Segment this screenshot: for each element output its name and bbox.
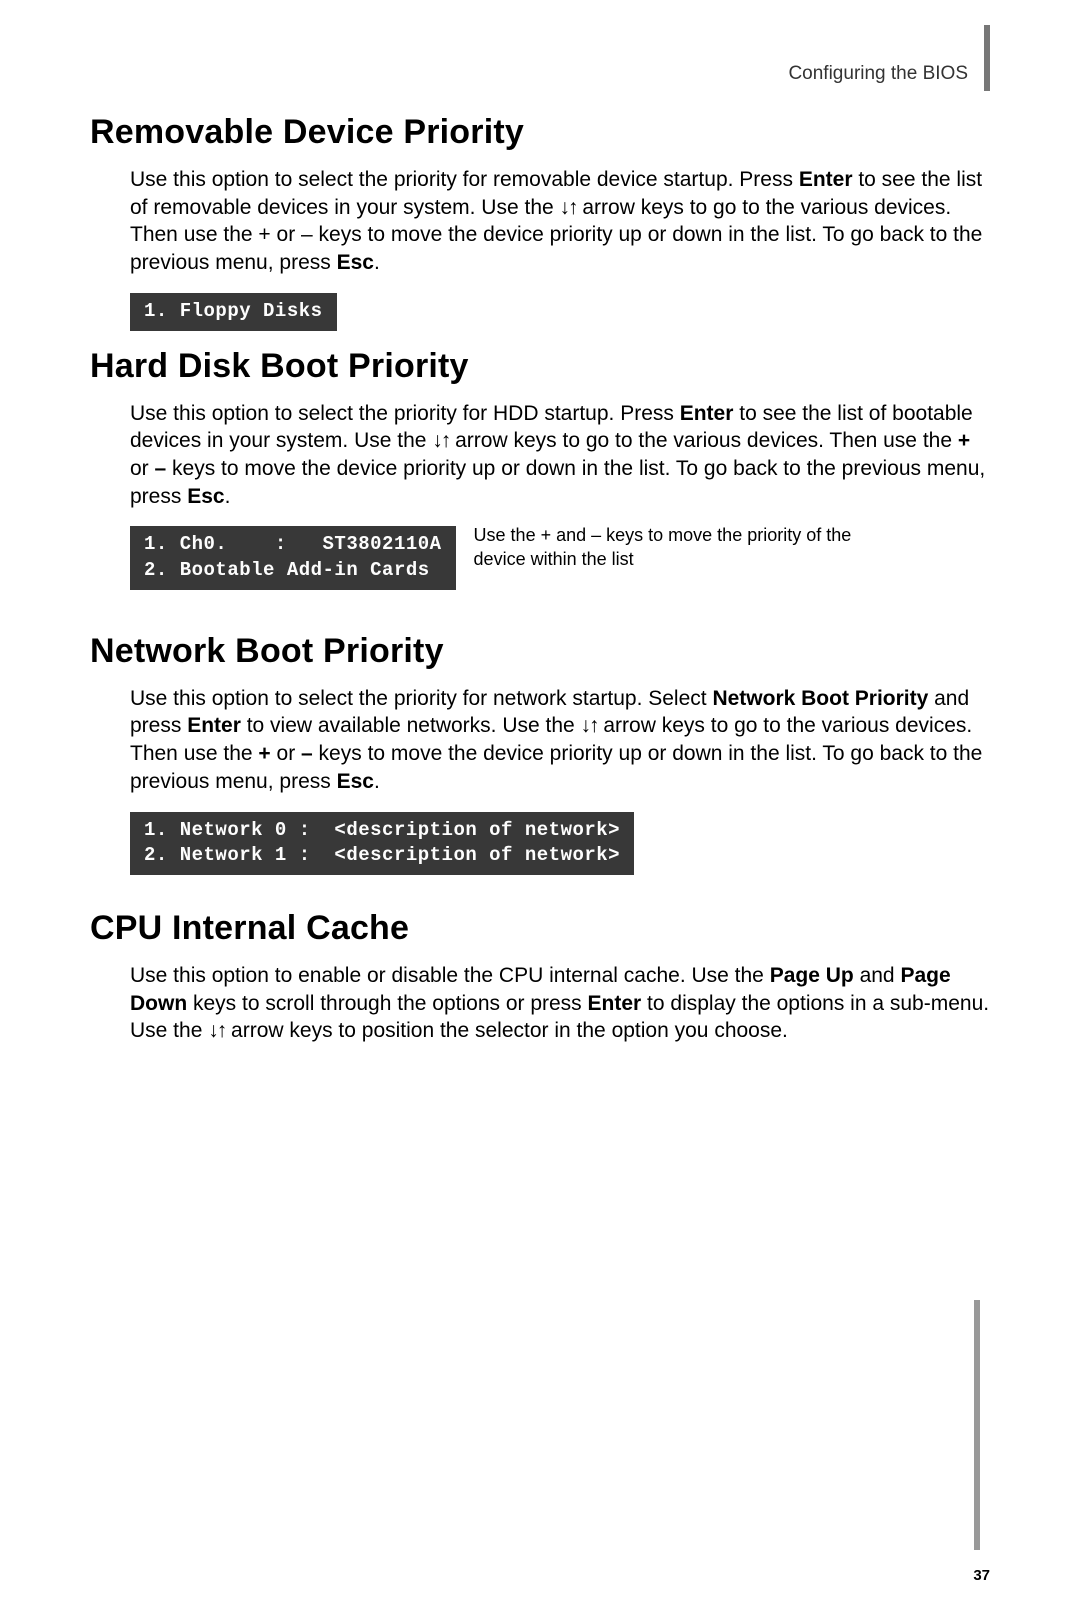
text: . [225, 485, 231, 508]
text: arrow keys to position the selector in t… [225, 1019, 788, 1042]
text: . [374, 251, 380, 274]
harddisk-block-row: 1. Ch0. : ST3802110A 2. Bootable Add-in … [130, 522, 990, 597]
removable-code-block: 1. Floppy Disks [130, 293, 337, 331]
esc-key: Esc [337, 251, 374, 274]
harddisk-paragraph: Use this option to select the priority f… [130, 400, 990, 511]
cpu-paragraph: Use this option to enable or disable the… [130, 962, 990, 1045]
text: keys to scroll through the options or pr… [187, 992, 587, 1015]
arrow-keys-icon: ↓↑ [432, 429, 449, 452]
esc-key: Esc [337, 770, 374, 793]
network-boot-priority-label: Network Boot Priority [712, 687, 928, 710]
text: Use this option to select the priority f… [130, 687, 712, 710]
minus-key: – [301, 742, 313, 765]
text: or [130, 457, 155, 480]
page-header: Configuring the BIOS [90, 55, 990, 95]
minus-key: – [155, 457, 167, 480]
plus-key: + [958, 429, 970, 452]
plus-key: + [258, 742, 270, 765]
header-accent-bar [984, 25, 990, 91]
text: . [374, 770, 380, 793]
network-code-block: 1. Network 0 : <description of network> … [130, 812, 634, 875]
header-chapter-label: Configuring the BIOS [788, 63, 968, 85]
arrow-keys-icon: ↓↑ [581, 714, 598, 737]
enter-key: Enter [799, 168, 853, 191]
arrow-keys-icon: ↓↑ [208, 1019, 225, 1042]
section-title-harddisk: Hard Disk Boot Priority [90, 347, 990, 386]
enter-key: Enter [680, 402, 734, 425]
enter-key: Enter [187, 714, 241, 737]
section-title-cpu: CPU Internal Cache [90, 909, 990, 948]
text: and [854, 964, 901, 987]
section-title-network: Network Boot Priority [90, 632, 990, 671]
text: arrow keys to go to the various devices.… [449, 429, 958, 452]
enter-key: Enter [588, 992, 642, 1015]
text: keys to move the device priority up or d… [130, 457, 985, 508]
text: Use this option to select the priority f… [130, 168, 799, 191]
text: or [271, 742, 301, 765]
pageup-key: Page Up [770, 964, 854, 987]
harddisk-code-block: 1. Ch0. : ST3802110A 2. Bootable Add-in … [130, 526, 456, 589]
text: Use this option to select the priority f… [130, 402, 680, 425]
esc-key: Esc [187, 485, 224, 508]
text: Use this option to enable or disable the… [130, 964, 770, 987]
arrow-keys-icon: ↓↑ [560, 196, 577, 219]
removable-paragraph: Use this option to select the priority f… [130, 166, 990, 277]
page-number: 37 [973, 1567, 990, 1584]
network-paragraph: Use this option to select the priority f… [130, 685, 990, 796]
text: to view available networks. Use the [241, 714, 581, 737]
section-title-removable: Removable Device Priority [90, 113, 990, 152]
footer-accent-bar [974, 1300, 980, 1550]
harddisk-side-note: Use the + and – keys to move the priorit… [474, 524, 864, 572]
